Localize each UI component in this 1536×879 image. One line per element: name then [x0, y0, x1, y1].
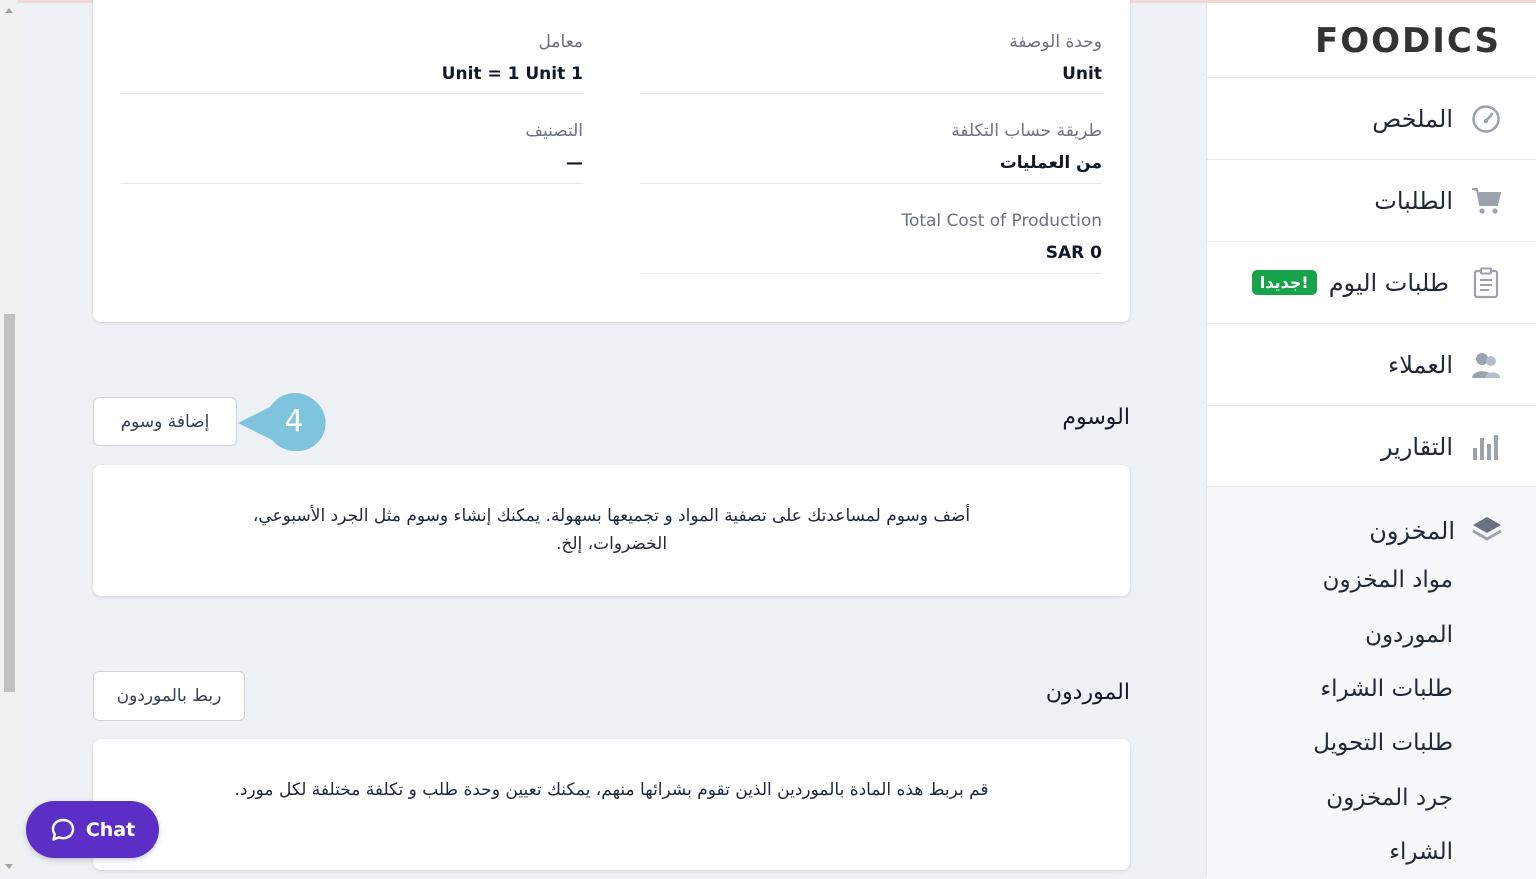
recipe-unit-label: وحدة الوصفة [1009, 32, 1102, 52]
inventory-section: المخزون مواد المخزون الموردون طلبات الشر… [1207, 486, 1536, 879]
sidebar-subitem-transfer-orders[interactable]: طلبات التحويل [1313, 730, 1453, 756]
costing-method-value: من العمليات [999, 153, 1102, 173]
chat-button[interactable]: Chat [26, 801, 159, 858]
sidebar-item-inventory[interactable]: المخزون [1369, 511, 1536, 551]
total-cost-value: SAR 0 [1045, 243, 1102, 263]
sidebar-subitem-suppliers[interactable]: الموردون [1365, 622, 1453, 648]
factor-label: معامل [538, 32, 583, 52]
tags-description: أضف وسوم لمساعدتك على تصفية المواد و تجم… [252, 506, 971, 554]
sidebar-subitem-inventory-count[interactable]: جرد المخزون [1326, 785, 1453, 811]
sidebar-item-label: طلبات اليوم [1328, 268, 1449, 297]
scrollbar-thumb[interactable] [4, 314, 15, 692]
suppliers-info-card: قم بربط هذه المادة بالموردين الذين تقوم … [93, 739, 1130, 870]
item-details-card: وحدة الوصفة Unit معامل 1 Unit = 1 Unit ط… [93, 0, 1130, 322]
sidebar-item-orders[interactable]: الطلبات [1207, 159, 1536, 241]
customers-icon [1469, 348, 1503, 382]
chat-bubble-icon [51, 818, 75, 841]
factor-value: 1 Unit = 1 Unit [441, 64, 583, 84]
costing-method-field: طريقة حساب التكلفة من العمليات [640, 119, 1102, 184]
recipe-unit-field: وحدة الوصفة Unit [640, 30, 1102, 94]
sidebar: FOODICS الملخص الطلبات جديدا! طلبات اليو… [1206, 3, 1536, 879]
sidebar-item-customers[interactable]: العملاء [1207, 323, 1536, 405]
foodics-logo: FOODICS [1315, 21, 1501, 61]
new-badge: جديدا! [1251, 270, 1317, 295]
scroll-down-arrow-icon[interactable] [5, 864, 13, 869]
scroll-up-arrow-icon[interactable] [5, 8, 13, 13]
sidebar-item-label: المخزون [1369, 517, 1455, 545]
category-field: التصنيف — [121, 119, 583, 184]
sidebar-subitem-inventory-items[interactable]: مواد المخزون [1323, 567, 1453, 593]
recipe-unit-value: Unit [1062, 64, 1102, 84]
category-label: التصنيف [525, 121, 583, 141]
chat-label: Chat [85, 818, 136, 841]
total-cost-field: Total Cost of Production SAR 0 [640, 209, 1102, 274]
step-marker-number: 4 [284, 404, 304, 439]
sidebar-item-label: التقارير [1380, 432, 1453, 461]
sidebar-subitem-purchasing[interactable]: الشراء [1389, 839, 1453, 865]
clipboard-icon [1469, 266, 1503, 300]
category-value: — [566, 153, 583, 173]
suppliers-description: قم بربط هذه المادة بالموردين الذين تقوم … [234, 780, 989, 800]
tags-section-title: الوسوم [1062, 405, 1130, 430]
cart-icon [1469, 184, 1503, 218]
sidebar-item-reports[interactable]: التقارير [1207, 405, 1536, 487]
total-cost-label: Total Cost of Production [901, 211, 1102, 231]
sidebar-item-label: الطلبات [1374, 186, 1453, 215]
sidebar-item-today-orders[interactable]: جديدا! طلبات اليوم [1207, 241, 1536, 323]
page-scrollbar[interactable] [0, 0, 18, 875]
tags-info-card: أضف وسوم لمساعدتك على تصفية المواد و تجم… [93, 465, 1130, 596]
costing-method-label: طريقة حساب التكلفة [951, 121, 1102, 141]
step-marker: 4 [238, 393, 334, 453]
dashboard-gauge-icon [1469, 102, 1503, 136]
suppliers-section-title: الموردون [1045, 680, 1130, 705]
sidebar-item-dashboard[interactable]: الملخص [1207, 77, 1536, 159]
sidebar-item-label: العملاء [1387, 350, 1453, 379]
sidebar-item-label: الملخص [1372, 104, 1453, 133]
factor-field: معامل 1 Unit = 1 Unit [121, 30, 583, 94]
layers-icon [1471, 515, 1503, 547]
link-suppliers-button[interactable]: ربط بالموردون [93, 671, 245, 721]
add-tags-button[interactable]: إضافة وسوم [93, 397, 237, 446]
bar-chart-icon [1469, 430, 1503, 464]
sidebar-subitem-purchase-orders[interactable]: طلبات الشراء [1320, 676, 1453, 702]
